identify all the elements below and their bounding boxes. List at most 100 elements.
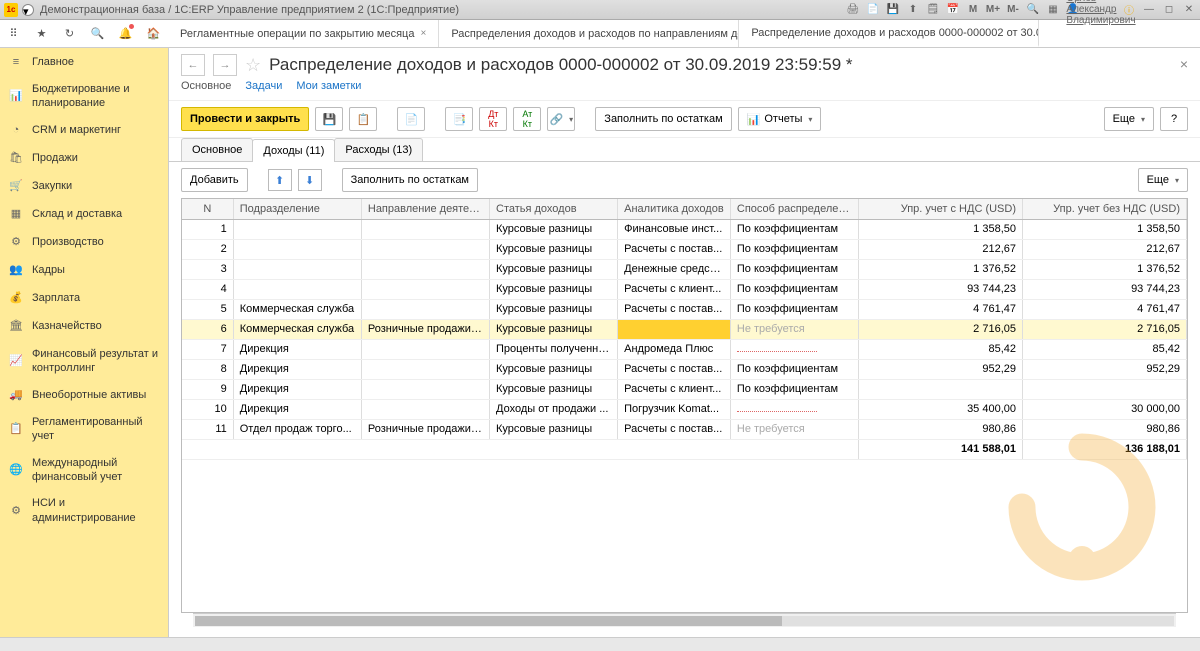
calendar-icon[interactable]: 📅 xyxy=(946,3,960,17)
table-cell[interactable] xyxy=(730,339,858,359)
table-cell[interactable]: 93 744,23 xyxy=(859,279,1023,299)
tab-distribution-doc[interactable]: Распределение доходов и расходов 0000-00… xyxy=(739,20,1039,47)
table-cell[interactable]: 1 376,52 xyxy=(859,259,1023,279)
table-cell[interactable]: Дирекция xyxy=(233,339,361,359)
table-cell[interactable]: По коэффициентам xyxy=(730,219,858,239)
sidebar-item[interactable]: ⚙НСИ и администрирование xyxy=(0,490,168,531)
table-cell[interactable]: По коэффициентам xyxy=(730,379,858,399)
table-row[interactable]: 2Курсовые разницыРасчеты с постав...По к… xyxy=(182,239,1187,259)
table-cell[interactable]: 7 xyxy=(182,339,233,359)
search-icon[interactable]: 🔍 xyxy=(84,20,112,47)
column-header[interactable]: N xyxy=(182,199,233,219)
close-window-icon[interactable]: ✕ xyxy=(1182,3,1196,17)
table-cell[interactable]: Курсовые разницы xyxy=(490,419,618,439)
calc-icon[interactable]: 🗒 xyxy=(926,3,940,17)
reports-button[interactable]: 📊 Отчеты▾ xyxy=(738,107,822,131)
table-cell[interactable]: Курсовые разницы xyxy=(490,319,618,339)
m-button[interactable]: M xyxy=(966,3,980,17)
info-icon[interactable]: ⓘ xyxy=(1122,3,1136,17)
table-cell[interactable]: 2 716,05 xyxy=(859,319,1023,339)
sidebar-item[interactable]: 🏛Казначейство xyxy=(0,313,168,341)
table-cell[interactable] xyxy=(361,259,489,279)
table-cell[interactable]: Расчеты с клиент... xyxy=(618,279,731,299)
sidebar-item[interactable]: 📊Бюджетирование и планирование xyxy=(0,76,168,117)
table-cell[interactable]: Дирекция xyxy=(233,359,361,379)
save-button[interactable]: 💾 xyxy=(315,107,343,131)
table-cell[interactable]: Андромеда Плюс xyxy=(618,339,731,359)
table-cell[interactable] xyxy=(361,359,489,379)
column-header[interactable]: Аналитика доходов xyxy=(618,199,731,219)
table-cell[interactable]: 9 xyxy=(182,379,233,399)
sidebar-item[interactable]: 📋Регламентированный учет xyxy=(0,409,168,450)
table-cell[interactable]: Курсовые разницы xyxy=(490,259,618,279)
move-down-button[interactable]: ⬇ xyxy=(298,169,322,191)
sidebar-item[interactable]: ⚙Производство xyxy=(0,229,168,257)
table-row[interactable]: 4Курсовые разницыРасчеты с клиент...По к… xyxy=(182,279,1187,299)
table-cell[interactable]: По коэффициентам xyxy=(730,299,858,319)
table-row[interactable]: 3Курсовые разницыДенежные средстваПо коэ… xyxy=(182,259,1187,279)
subnav-main[interactable]: Основное xyxy=(181,80,231,92)
table-row[interactable]: 7ДирекцияПроценты полученныеАндромеда Пл… xyxy=(182,339,1187,359)
table-cell[interactable]: Курсовые разницы xyxy=(490,359,618,379)
table-cell[interactable]: 1 376,52 xyxy=(1023,259,1187,279)
table-cell[interactable]: 30 000,00 xyxy=(1023,399,1187,419)
table-cell[interactable]: 212,67 xyxy=(1023,239,1187,259)
maximize-icon[interactable]: ◻ xyxy=(1162,3,1176,17)
table-cell[interactable]: Розничные продажи ... xyxy=(361,419,489,439)
sidebar-item[interactable]: 🚚Внеоборотные активы xyxy=(0,381,168,409)
m-minus-button[interactable]: M- xyxy=(1006,3,1020,17)
table-cell[interactable]: 85,42 xyxy=(1023,339,1187,359)
table-cell[interactable] xyxy=(233,279,361,299)
table-cell[interactable]: Расчеты с постав... xyxy=(618,299,731,319)
table-row[interactable]: 11Отдел продаж торго...Розничные продажи… xyxy=(182,419,1187,439)
sidebar-item[interactable]: 📈Финансовый результат и контроллинг xyxy=(0,341,168,382)
table-cell[interactable]: 212,67 xyxy=(859,239,1023,259)
column-header[interactable]: Упр. учет без НДС (USD) xyxy=(1023,199,1187,219)
table-cell[interactable]: По коэффициентам xyxy=(730,279,858,299)
table-cell[interactable]: Коммерческая служба xyxy=(233,319,361,339)
close-document-icon[interactable]: × xyxy=(1180,56,1188,72)
tab-distributions[interactable]: Распределения доходов и расходов по напр… xyxy=(439,20,739,47)
sidebar-item[interactable]: ≡Главное xyxy=(0,48,168,76)
table-cell[interactable] xyxy=(859,379,1023,399)
table-cell[interactable]: 952,29 xyxy=(859,359,1023,379)
table-cell[interactable]: Курсовые разницы xyxy=(490,219,618,239)
based-on-button[interactable]: 📑 xyxy=(445,107,473,131)
table-cell[interactable] xyxy=(233,219,361,239)
fill-by-balance-button[interactable]: Заполнить по остаткам xyxy=(595,107,731,131)
table-cell[interactable]: По коэффициентам xyxy=(730,259,858,279)
nav-back-button[interactable]: ← xyxy=(181,54,205,76)
table-cell[interactable]: По коэффициентам xyxy=(730,239,858,259)
table-cell[interactable]: 93 744,23 xyxy=(1023,279,1187,299)
post-button[interactable]: 📋 xyxy=(349,107,377,131)
table-cell[interactable]: Курсовые разницы xyxy=(490,239,618,259)
table-cell[interactable]: 3 xyxy=(182,259,233,279)
table-cell[interactable]: 85,42 xyxy=(859,339,1023,359)
table-cell[interactable]: Дирекция xyxy=(233,379,361,399)
table-cell[interactable]: Погрузчик Komat... xyxy=(618,399,731,419)
sidebar-item[interactable]: ◔CRM и маркетинг xyxy=(0,117,168,145)
table-cell[interactable]: Отдел продаж торго... xyxy=(233,419,361,439)
table-cell[interactable]: 1 358,50 xyxy=(1023,219,1187,239)
table-cell[interactable]: Розничные продажи ... xyxy=(361,319,489,339)
subnav-notes[interactable]: Мои заметки xyxy=(296,80,361,92)
column-header[interactable]: Подразделение xyxy=(233,199,361,219)
grid-fill-button[interactable]: Заполнить по остаткам xyxy=(342,168,478,192)
table-cell[interactable]: 980,86 xyxy=(859,419,1023,439)
table-cell[interactable] xyxy=(361,379,489,399)
inner-tab-main[interactable]: Основное xyxy=(181,138,253,161)
table-cell[interactable]: По коэффициентам xyxy=(730,359,858,379)
table-cell[interactable] xyxy=(361,219,489,239)
home-icon[interactable]: 🏠 xyxy=(140,20,168,47)
table-cell[interactable]: 4 xyxy=(182,279,233,299)
column-header[interactable]: Упр. учет с НДС (USD) xyxy=(859,199,1023,219)
notifications-icon[interactable]: 🔔 xyxy=(112,20,140,47)
table-cell[interactable]: 35 400,00 xyxy=(859,399,1023,419)
table-cell[interactable]: Расчеты с постав... xyxy=(618,359,731,379)
sidebar-item[interactable]: ▦Склад и доставка xyxy=(0,201,168,229)
tab-closing-ops[interactable]: Регламентные операции по закрытию месяца… xyxy=(168,20,439,47)
subnav-tasks[interactable]: Задачи xyxy=(245,80,282,92)
sidebar-item[interactable]: 🌐Международный финансовый учет xyxy=(0,450,168,491)
table-cell[interactable]: 2 716,05 xyxy=(1023,319,1187,339)
table-cell[interactable]: Расчеты с постав... xyxy=(618,419,731,439)
